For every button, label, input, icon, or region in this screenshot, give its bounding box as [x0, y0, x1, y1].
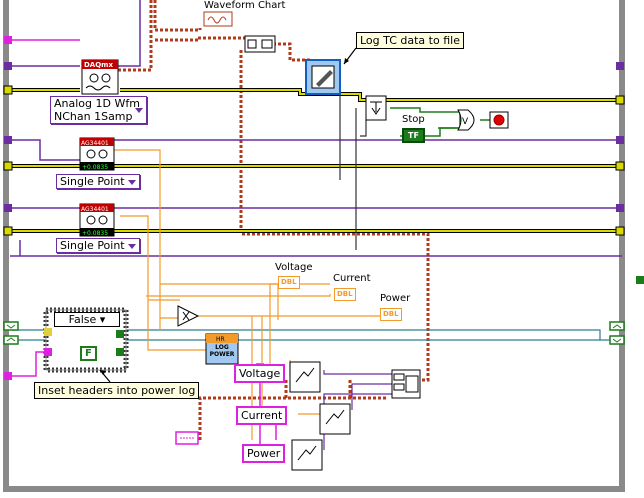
data-wires: [339, 94, 367, 250]
voltage-indicator-label: Voltage: [275, 262, 313, 273]
waveform-chart-terminal: [203, 11, 233, 27]
stop-label: Stop: [402, 114, 425, 125]
stop-button-terminal[interactable]: TF: [402, 128, 425, 143]
ag1-mode-ring[interactable]: Single Point: [56, 174, 140, 189]
ag-value-1: +0.0835: [82, 164, 109, 171]
daqmx-header: DAQmx: [84, 61, 113, 69]
index-array-node: [365, 95, 387, 121]
ag-header-1: AG34401: [81, 140, 109, 147]
bundle-node-power: [291, 439, 323, 471]
bundle-node-current: [319, 403, 351, 435]
case-selector-label[interactable]: False ▾: [54, 312, 120, 327]
ag1-ring-text: Single Point: [60, 175, 125, 188]
chevron-down-icon: [127, 243, 136, 249]
inset-headers-comment: Inset headers into power log: [34, 382, 200, 399]
chevron-down-icon: ▾: [99, 313, 106, 326]
case-output-tunnel: [116, 348, 124, 356]
log-tc-subvi: [305, 59, 341, 95]
multiply-node: [177, 305, 200, 327]
voltage-dbl-terminal[interactable]: DBL: [278, 276, 300, 289]
chevron-down-icon: [135, 108, 143, 113]
case-selector-text: False: [68, 313, 97, 326]
current-indicator-label: Current: [333, 273, 371, 284]
bundle-power-string[interactable]: Power: [242, 444, 286, 463]
bundle-voltage-string[interactable]: Voltage: [234, 364, 286, 383]
log-power-text: LOG POWER: [209, 344, 235, 358]
daqmx-polymorphic-ring[interactable]: Analog 1D Wfm NChan 1Samp: [50, 96, 147, 124]
block-diagram-canvas[interactable]: V Waveform Chart Log TC data to file DAQ…: [0, 0, 644, 498]
bundle-node-voltage: [289, 361, 321, 393]
ag2-ring-text: Single Point: [60, 239, 125, 252]
case-input-tunnel: [44, 348, 52, 356]
loop-stop-terminal: [489, 111, 509, 129]
chevron-down-icon: [127, 179, 136, 185]
build-array-node-top: [244, 35, 276, 53]
waveform-chart-label: Waveform Chart: [204, 0, 286, 11]
bundle-current-string[interactable]: Current: [236, 406, 288, 425]
power-indicator-label: Power: [380, 293, 411, 304]
build-array-node-bottom: [391, 369, 421, 399]
dynamic-wires: [12, 329, 622, 341]
svg-text:V: V: [462, 117, 469, 127]
ag2-mode-ring[interactable]: Single Point: [56, 238, 140, 253]
case-tunnel-2: [116, 330, 124, 338]
ag-header-2: AG34401: [81, 206, 109, 213]
daqmx-ring-text: Analog 1D Wfm NChan 1Samp: [54, 97, 140, 123]
current-dbl-terminal[interactable]: DBL: [334, 288, 356, 301]
case-selector-terminal: [44, 328, 52, 336]
string-constant-node: [175, 431, 199, 445]
false-constant[interactable]: F: [80, 346, 97, 361]
power-dbl-terminal[interactable]: DBL: [380, 308, 402, 321]
log-tc-comment: Log TC data to file: [356, 32, 464, 49]
